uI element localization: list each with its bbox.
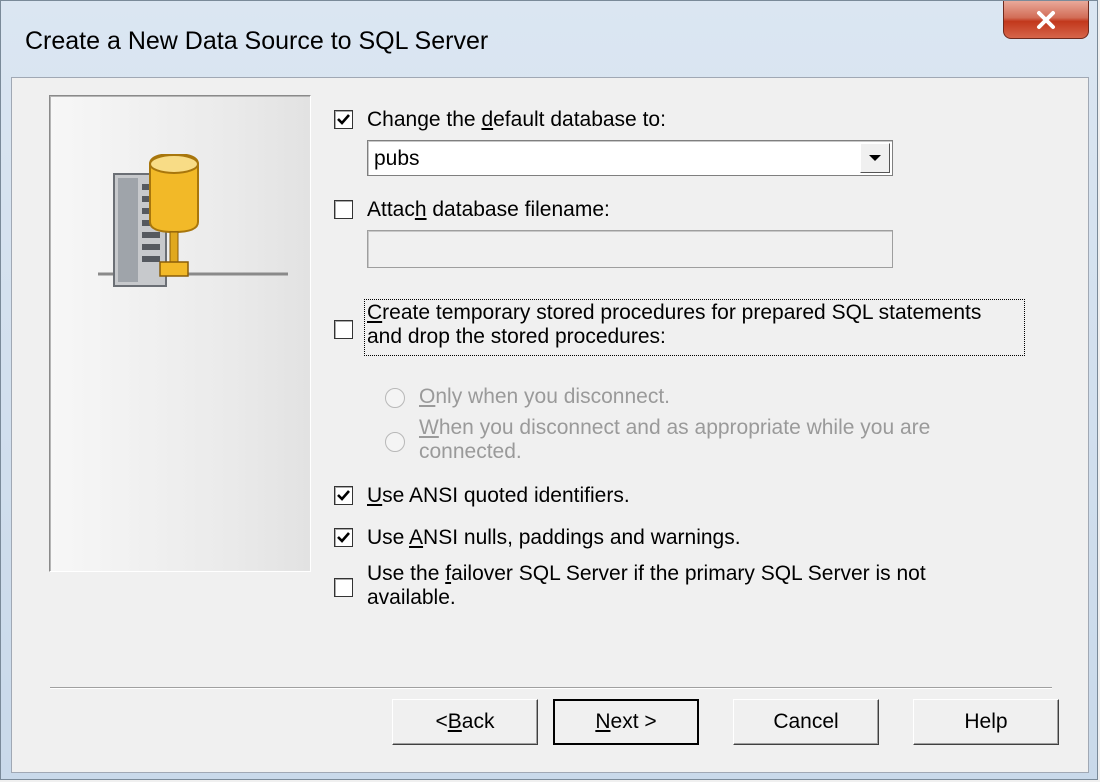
close-button[interactable] [1003, 1, 1089, 39]
attach-database-filename-input[interactable] [367, 230, 893, 268]
help-button[interactable]: Help [913, 699, 1059, 745]
label-part: connected. [419, 440, 522, 463]
ansi-quoted-identifiers-checkbox[interactable] [334, 486, 353, 505]
attach-database-label[interactable]: Attach database filename: [367, 198, 610, 222]
access-key: U [367, 484, 383, 507]
label-part: reate temporary stored procedures for pr… [382, 301, 982, 324]
ansi-nulls-checkbox[interactable] [334, 528, 353, 547]
change-default-database-label[interactable]: Change the default database to: [367, 108, 666, 132]
side-panel [49, 95, 311, 572]
label-part: available. [367, 586, 456, 609]
title-bar[interactable]: Create a New Data Source to SQL Server [1, 1, 1099, 75]
access-key: N [595, 710, 611, 733]
access-key: W [419, 416, 439, 439]
change-default-database-checkbox[interactable] [334, 110, 353, 129]
label-part: se ANSI quoted identifiers. [382, 484, 630, 507]
label-part: Use [367, 526, 410, 549]
label-part: Cancel [773, 710, 839, 733]
label-part: nly when you disconnect. [435, 385, 670, 408]
label-part: hen you disconnect and as appropriate wh… [438, 416, 931, 439]
access-key: C [367, 301, 383, 324]
label-part: Help [964, 710, 1008, 733]
ansi-nulls-label[interactable]: Use ANSI nulls, paddings and warnings. [367, 526, 741, 550]
checkmark-icon [337, 490, 350, 501]
checkmark-icon [337, 532, 350, 543]
dialog-window: Create a New Data Source to SQL Server C… [0, 0, 1098, 780]
dialog-client-area: Change the default database to: pubs Att… [11, 77, 1089, 773]
access-key: A [409, 526, 424, 549]
back-button[interactable]: < Back [392, 699, 538, 745]
label-part: database filename: [426, 198, 610, 221]
default-database-combobox[interactable]: pubs [367, 140, 893, 176]
access-key: d [481, 108, 494, 131]
temp-stored-procedures-label[interactable]: Create temporary stored procedures for p… [367, 301, 1027, 349]
label-part: < [435, 710, 448, 733]
server-database-icon [98, 154, 288, 287]
cancel-button[interactable]: Cancel [733, 699, 879, 745]
access-key: B [447, 710, 462, 733]
radio-only-when-disconnect[interactable] [385, 388, 405, 408]
attach-database-checkbox[interactable] [334, 200, 353, 219]
label-part: ext > [610, 710, 657, 733]
radio-disconnect-and-appropriate-label[interactable]: When you disconnect and as appropriate w… [419, 416, 1019, 464]
label-part: Use the [367, 562, 446, 585]
failover-server-label[interactable]: Use the failover SQL Server if the prima… [367, 562, 1007, 610]
separator-line [50, 687, 1052, 689]
close-icon [1037, 10, 1055, 29]
access-key: O [419, 385, 436, 408]
radio-only-when-disconnect-label[interactable]: Only when you disconnect. [419, 385, 670, 409]
chevron-down-icon [869, 155, 881, 161]
ansi-quoted-identifiers-label[interactable]: Use ANSI quoted identifiers. [367, 484, 630, 508]
label-part: ack [461, 710, 495, 733]
label-part: ailover SQL Server if the primary SQL Se… [451, 562, 926, 585]
temp-stored-procedures-checkbox[interactable] [334, 320, 353, 339]
label-part: NSI nulls, paddings and warnings. [423, 526, 741, 549]
label-part: efault database to: [493, 108, 666, 131]
label-part: Attac [367, 198, 415, 221]
window-title: Create a New Data Source to SQL Server [25, 27, 489, 55]
radio-disconnect-and-appropriate[interactable] [385, 432, 405, 452]
checkmark-icon [337, 114, 350, 125]
label-part: and drop the stored procedures: [367, 325, 666, 348]
label-part: Change the [367, 108, 482, 131]
dropdown-button[interactable] [860, 143, 890, 173]
default-database-value: pubs [374, 147, 420, 170]
failover-server-checkbox[interactable] [334, 578, 353, 597]
access-key: h [414, 198, 427, 221]
next-button[interactable]: Next > [553, 699, 699, 745]
